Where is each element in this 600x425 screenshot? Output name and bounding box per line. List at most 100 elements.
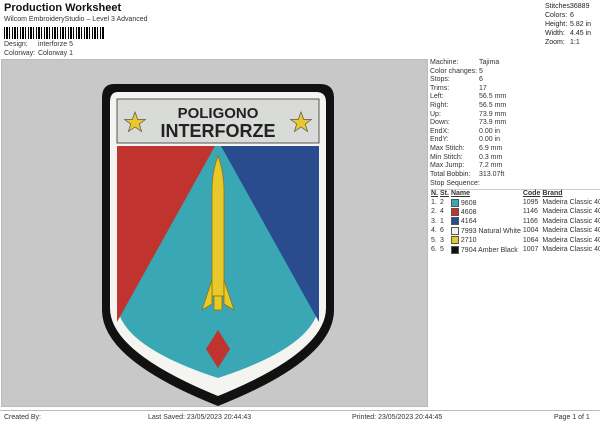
row-code: 1146 xyxy=(522,208,538,216)
detail-key: Color changes: xyxy=(430,67,478,75)
row-n: 6. xyxy=(431,246,437,254)
stop-sequence-table: N. St. Name Code Brand 1. 2 9608 1095 Ma… xyxy=(430,190,600,255)
row-code: 1095 xyxy=(522,198,539,206)
row-code: 1004 xyxy=(522,227,539,235)
detail-key: Max Stitch: xyxy=(430,144,465,152)
software-subtitle: Wilcom EmbroideryStudio – Level 3 Advanc… xyxy=(4,16,148,23)
color-swatch xyxy=(450,245,459,254)
row-st: 3 xyxy=(440,236,444,244)
detail-key: Machine: xyxy=(430,59,459,66)
embroidery-patch: POLIGONO INTERFORZE xyxy=(102,84,334,406)
footer-printed: Printed: 23/05/2023 20:44:45 xyxy=(352,414,443,421)
detail-value: 56.5 mm xyxy=(479,101,507,109)
footer-page-number: Page 1 of 1 xyxy=(554,414,590,421)
table-row: 4. 6 7993 Natural White 1004 Madeira Cla… xyxy=(430,226,600,236)
summary-value: 36889 xyxy=(570,3,590,10)
detail-value: 17 xyxy=(479,84,487,92)
table-row: 5. 3 2710 1064 Madeira Classic 40 xyxy=(430,236,600,245)
detail-value: 5 xyxy=(479,67,483,75)
row-brand: Madeira Classic 40 xyxy=(542,198,600,206)
detail-row: Total Bobbin: 313.07ft xyxy=(430,171,600,180)
row-st: 2 xyxy=(440,198,444,206)
detail-key: Down: xyxy=(430,119,450,127)
detail-key: Up: xyxy=(430,110,441,118)
row-st: 4 xyxy=(440,208,444,216)
row-name: 9608 xyxy=(450,198,522,208)
summary-value: 4.45 in xyxy=(570,30,592,37)
stop-sequence-label: Stop Sequence: xyxy=(430,180,600,190)
thread-number: 7904 xyxy=(460,246,477,254)
detail-value: 73.9 mm xyxy=(479,119,507,127)
detail-row: Max Stitch: 6.9 mm xyxy=(430,145,600,154)
color-swatch xyxy=(450,207,459,216)
color-swatch xyxy=(450,236,459,245)
thread-number: 4164 xyxy=(460,218,477,226)
detail-row: Color changes: 5 xyxy=(430,68,600,77)
detail-row: Max Jump: 7.2 mm xyxy=(430,162,600,171)
summary-row: Colors: 6 xyxy=(545,11,600,20)
row-brand: Madeira Classic 40 xyxy=(542,227,600,235)
row-name: 7993 Natural White xyxy=(450,226,522,236)
thread-name: Natural White xyxy=(478,227,521,235)
row-n: 1. xyxy=(431,198,437,206)
detail-value: 73.9 mm xyxy=(479,110,507,118)
row-name: 4608 xyxy=(450,207,522,217)
summary-row: Stitches: 36889 xyxy=(545,2,600,11)
summary-key: Colors: xyxy=(545,12,568,19)
row-name: 7904 Amber Black xyxy=(450,245,522,255)
summary-row: Width: 4.45 in xyxy=(545,29,600,38)
color-swatch xyxy=(450,226,459,235)
detail-row: Left: 56.5 mm xyxy=(430,93,600,102)
summary-row: Zoom: 1:1 xyxy=(545,38,600,47)
detail-value: 0.00 in xyxy=(479,136,501,144)
col-header-n: N. xyxy=(431,189,438,197)
detail-row: Down: 73.9 mm xyxy=(430,119,600,128)
row-name: 2710 xyxy=(450,236,522,245)
detail-key: Stops: xyxy=(430,76,450,84)
row-n: 5. xyxy=(431,236,437,244)
col-header-brand: Brand xyxy=(542,189,563,197)
col-header-st: St. xyxy=(440,189,449,197)
detail-value: Tajima xyxy=(479,59,500,66)
detail-row: Trims: 17 xyxy=(430,85,600,94)
row-st: 5 xyxy=(440,246,444,254)
row-brand: Madeira Classic 40 xyxy=(542,246,600,254)
summary-value: 1:1 xyxy=(570,39,580,46)
detail-value: 0.00 in xyxy=(479,127,501,135)
colorway-value: Colorway 1 xyxy=(37,50,73,57)
table-row: 1. 2 9608 1095 Madeira Classic 40 xyxy=(430,198,600,208)
detail-value: 56.5 mm xyxy=(479,93,507,101)
col-header-name: Name xyxy=(450,189,471,197)
detail-row: EndY: 0.00 in xyxy=(430,136,600,145)
row-brand: Madeira Classic 40 xyxy=(542,236,600,244)
detail-key: Trims: xyxy=(430,84,450,92)
summary-key: Stitches: xyxy=(545,3,572,10)
color-swatch xyxy=(450,198,459,207)
thread-number: 4608 xyxy=(460,208,477,216)
thread-name: Amber Black xyxy=(478,246,518,254)
row-brand: Madeira Classic 40 xyxy=(542,217,600,225)
summary-value: 5.82 in xyxy=(570,21,592,28)
barcode xyxy=(4,27,104,39)
detail-row: Min Stitch: 0.3 mm xyxy=(430,154,600,163)
row-code: 1166 xyxy=(522,217,538,225)
detail-value: 313.07ft xyxy=(479,170,505,178)
design-value: interforze 5 xyxy=(37,41,73,48)
colorway-label: Colorway: xyxy=(4,50,36,57)
row-st: 6 xyxy=(440,227,444,235)
row-code: 1007 xyxy=(522,246,539,254)
summary-key: Zoom: xyxy=(545,39,565,46)
design-preview: POLIGONO INTERFORZE xyxy=(1,59,428,407)
table-header-row: N. St. Name Code Brand xyxy=(430,190,600,199)
row-n: 4. xyxy=(431,227,437,235)
col-header-code: Code xyxy=(522,189,541,197)
summary-row: Height: 5.82 in xyxy=(545,20,600,29)
row-n: 2. xyxy=(431,208,437,216)
detail-row: Machine: Tajima xyxy=(430,59,600,68)
detail-key: Total Bobbin: xyxy=(430,170,471,178)
row-st: 1 xyxy=(440,217,444,225)
page-footer: Created By: Last Saved: 23/05/2023 20:44… xyxy=(0,410,600,425)
patch-line1: POLIGONO xyxy=(178,105,259,122)
design-row: Design: interforze 5 xyxy=(4,41,73,48)
detail-value: 6 xyxy=(479,76,483,84)
